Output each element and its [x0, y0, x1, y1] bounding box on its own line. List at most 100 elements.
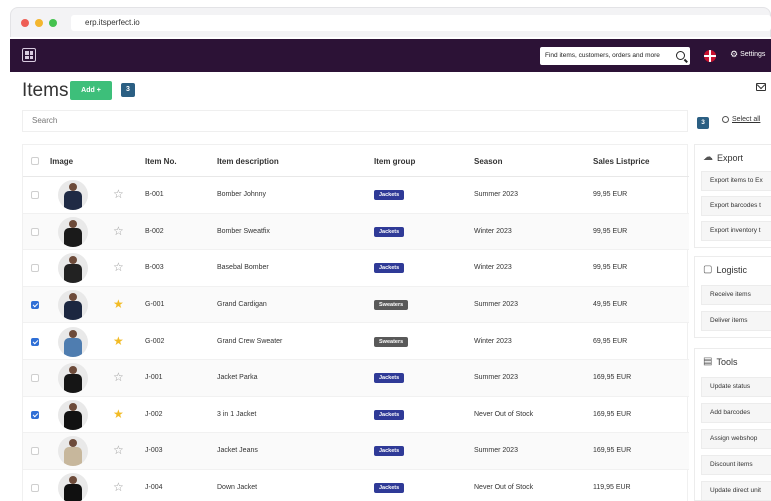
- favorite-star-icon[interactable]: ★: [113, 298, 124, 310]
- item-number[interactable]: G-001: [145, 301, 164, 308]
- favorite-star-icon[interactable]: ☆: [113, 261, 124, 273]
- row-checkbox[interactable]: [31, 337, 39, 346]
- language-flag-icon[interactable]: [704, 50, 716, 62]
- select-all-checkbox[interactable]: [31, 157, 39, 165]
- column-header-image[interactable]: Image: [50, 157, 73, 166]
- export-inventory-action[interactable]: Export inventory t: [701, 221, 771, 241]
- browser-chrome: erp.itsperfect.io: [10, 7, 771, 37]
- item-number[interactable]: J-003: [145, 447, 163, 454]
- item-image[interactable]: [58, 326, 88, 357]
- favorite-star-icon[interactable]: ★: [113, 408, 124, 420]
- row-checkbox[interactable]: [31, 301, 39, 310]
- export-barcodes-action[interactable]: Export barcodes t: [701, 196, 771, 216]
- mail-icon[interactable]: [756, 83, 766, 91]
- item-number[interactable]: J-004: [145, 484, 163, 491]
- item-season: Winter 2023: [474, 337, 512, 345]
- export-heading: ☁ Export: [703, 152, 744, 164]
- item-price: 49,95 EUR: [593, 301, 628, 309]
- row-checkbox[interactable]: [31, 264, 39, 273]
- item-image[interactable]: [58, 399, 88, 430]
- apps-grid-icon[interactable]: [22, 48, 36, 62]
- row-checkbox[interactable]: [31, 447, 39, 456]
- table-row[interactable]: ☆ J-001 Jacket Parka Jackets Summer 2023 169,…: [23, 360, 689, 397]
- cloud-download-icon: ☁: [703, 152, 713, 163]
- table-row[interactable]: ★ J-002 3 in 1 Jacket Jackets Never Out of S…: [23, 397, 689, 434]
- settings-label: Settings: [740, 51, 766, 58]
- table-row[interactable]: ★ G-002 Grand Crew Sweater Sweaters Winter 2…: [23, 323, 689, 360]
- favorite-star-icon[interactable]: ☆: [113, 225, 124, 237]
- favorite-star-icon[interactable]: ★: [113, 335, 124, 347]
- column-header-item-no[interactable]: Item No.: [145, 157, 177, 166]
- discount-items-action[interactable]: Discount items: [701, 455, 771, 475]
- item-number[interactable]: J-001: [145, 374, 163, 381]
- column-header-item-group[interactable]: Item group: [374, 157, 415, 166]
- table-row[interactable]: ★ G-001 Grand Cardigan Sweaters Summer 2023 4…: [23, 286, 689, 324]
- item-description: Basebal Bomber: [217, 264, 269, 272]
- global-search-placeholder: Find items, customers, orders and more: [545, 52, 660, 59]
- item-season: Never Out of Stock: [474, 410, 534, 418]
- row-checkbox[interactable]: [31, 227, 39, 236]
- item-image[interactable]: [58, 180, 88, 211]
- favorite-star-icon[interactable]: ☆: [113, 444, 124, 456]
- search-input[interactable]: Search: [22, 110, 688, 132]
- item-price: 169,95 EUR: [593, 447, 632, 455]
- item-image-garment: [64, 191, 82, 211]
- favorite-star-icon[interactable]: ☆: [113, 481, 124, 493]
- add-barcodes-action[interactable]: Add barcodes: [701, 403, 771, 423]
- item-image[interactable]: [58, 436, 88, 467]
- row-checkbox[interactable]: [31, 410, 39, 419]
- global-search-input[interactable]: Find items, customers, orders and more: [540, 47, 690, 65]
- receive-items-action[interactable]: Receive items: [701, 285, 771, 305]
- close-window-dot[interactable]: [21, 19, 29, 27]
- item-group-tag: Jackets: [374, 409, 405, 420]
- item-image-head: [69, 439, 77, 448]
- export-items-action[interactable]: Export items to Ex: [701, 171, 771, 191]
- item-group-tag: Sweaters: [374, 336, 409, 347]
- select-all-label: Select all: [732, 116, 761, 123]
- table-row[interactable]: ☆ J-004 Down Jacket Jackets Never Out of Sto…: [23, 470, 689, 501]
- add-item-button[interactable]: Add +: [70, 81, 112, 100]
- export-card: ☁ Export Export items to Ex Export barco…: [694, 144, 771, 248]
- item-image-garment: [64, 447, 82, 467]
- item-image-head: [69, 293, 77, 302]
- tools-card: ▤ Tools Update status Add barcodes Assig…: [694, 348, 771, 501]
- item-price: 119,95 EUR: [593, 484, 631, 492]
- search-icon[interactable]: [676, 51, 685, 60]
- tools-icon: ▤: [703, 356, 713, 367]
- favorite-star-icon[interactable]: ☆: [113, 188, 124, 200]
- item-image[interactable]: [58, 363, 88, 394]
- item-number[interactable]: J-002: [145, 411, 163, 418]
- export-title: Export: [717, 153, 744, 163]
- item-number[interactable]: B-003: [145, 264, 164, 271]
- item-image[interactable]: [58, 253, 88, 284]
- settings-button[interactable]: ⚙ Settings: [730, 50, 765, 59]
- assign-webshop-action[interactable]: Assign webshop: [701, 429, 771, 449]
- item-number[interactable]: B-002: [145, 228, 164, 235]
- item-image[interactable]: [58, 216, 88, 247]
- row-checkbox[interactable]: [31, 191, 39, 200]
- table-row[interactable]: ☆ J-003 Jacket Jeans Jackets Summer 2023 169,…: [23, 433, 689, 470]
- item-number[interactable]: G-002: [145, 338, 164, 345]
- table-row[interactable]: ☆ B-003 Basebal Bomber Jackets Winter 2023 99…: [23, 250, 689, 287]
- table-row[interactable]: ☆ B-001 Bomber Johnny Jackets Summer 2023 99,…: [23, 177, 689, 214]
- item-price: 99,95 EUR: [593, 191, 628, 199]
- column-header-season[interactable]: Season: [474, 157, 502, 166]
- update-direct-unit-action[interactable]: Update direct unit: [701, 481, 771, 501]
- deliver-items-action[interactable]: Deliver items: [701, 311, 771, 331]
- minimize-window-dot[interactable]: [35, 19, 43, 27]
- row-checkbox[interactable]: [31, 484, 39, 493]
- item-image[interactable]: [58, 473, 88, 501]
- maximize-window-dot[interactable]: [49, 19, 57, 27]
- item-number[interactable]: B-001: [145, 191, 164, 198]
- item-description: Grand Crew Sweater: [217, 337, 283, 345]
- table-row[interactable]: ☆ B-002 Bomber Sweatfix Jackets Winter 2023 9…: [23, 213, 689, 251]
- item-image[interactable]: [58, 290, 88, 321]
- address-bar[interactable]: erp.itsperfect.io: [71, 15, 771, 31]
- item-image-garment: [64, 227, 82, 247]
- update-status-action[interactable]: Update status: [701, 377, 771, 397]
- column-header-description[interactable]: Item description: [217, 157, 279, 166]
- column-header-sales-listprice[interactable]: Sales Listprice: [593, 157, 649, 166]
- select-all-button[interactable]: Select all: [722, 116, 760, 123]
- favorite-star-icon[interactable]: ☆: [113, 371, 124, 383]
- row-checkbox[interactable]: [31, 374, 39, 383]
